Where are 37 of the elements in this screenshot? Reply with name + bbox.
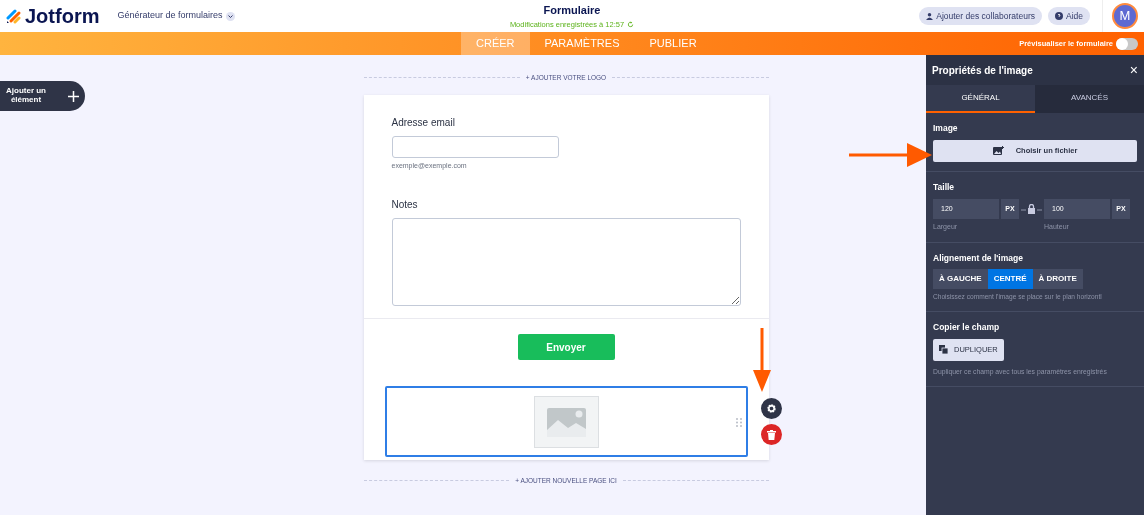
delete-button[interactable]	[760, 424, 782, 446]
section-heading: Alignement de l'image	[933, 251, 1024, 265]
form-title: Formulaire	[542, 3, 602, 18]
alignment-option[interactable]: À GAUCHE	[933, 269, 988, 290]
alignment-option[interactable]: À DROITE	[1032, 269, 1083, 290]
trash-icon	[766, 429, 776, 440]
refresh-icon	[627, 20, 635, 28]
image-upload-icon	[992, 145, 1004, 156]
section-heading: Copier le champ	[933, 321, 1001, 334]
chevron-icon	[225, 11, 235, 21]
copy-icon	[939, 345, 948, 355]
close-button[interactable]: ×	[1129, 59, 1138, 81]
panel-title: Propriétés de l'image	[932, 63, 1033, 78]
annotation-arrow	[753, 328, 771, 392]
help-icon	[1055, 12, 1063, 20]
drag-handle-icon[interactable]	[735, 418, 742, 428]
plus-icon	[68, 90, 79, 102]
section-heading: Taille	[933, 180, 956, 194]
section-heading: Image	[933, 122, 959, 135]
builder-menu[interactable]: Générateur de formulaires	[111, 8, 241, 24]
logo-icon	[6, 8, 22, 24]
panel-tab[interactable]: AVANCÉS	[1035, 85, 1144, 113]
lock-icon[interactable]	[1021, 203, 1042, 214]
settings-button[interactable]	[760, 398, 782, 420]
field-label: Adresse email	[391, 115, 456, 130]
avatar-button[interactable]: M	[1112, 3, 1138, 29]
gear-icon	[765, 403, 777, 415]
add-element-button[interactable]: Ajouter un élément	[0, 81, 85, 111]
logo-text: Jotform	[25, 4, 100, 29]
preview-toggle[interactable]	[1116, 37, 1138, 50]
alignment-option[interactable]: CENTRÉ	[987, 269, 1033, 290]
help-button[interactable]: Aide	[1048, 6, 1090, 26]
collaborators-button[interactable]: Ajouter des collaborateurs	[919, 6, 1042, 26]
email-input[interactable]	[391, 135, 559, 158]
person-icon	[926, 12, 934, 20]
field-label: Notes	[391, 198, 419, 213]
image-placeholder-icon	[533, 395, 599, 448]
